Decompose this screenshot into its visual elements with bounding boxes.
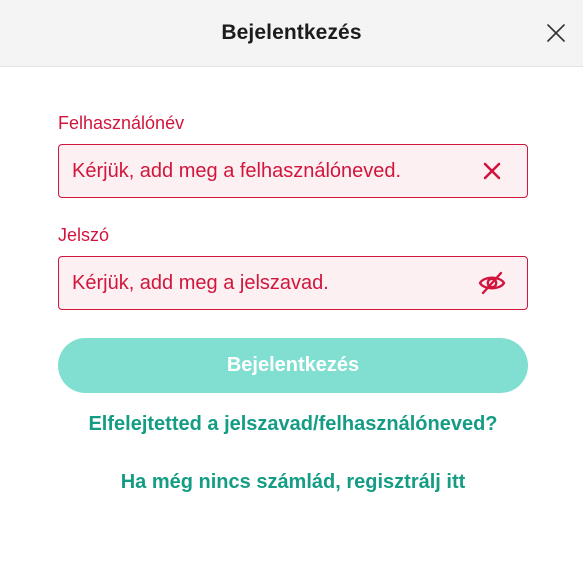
close-button[interactable] xyxy=(545,22,567,44)
username-label: Felhasználónév xyxy=(58,113,185,133)
password-visibility-toggle[interactable] xyxy=(477,268,507,298)
password-label: Jelszó xyxy=(58,225,110,245)
dialog-header: Bejelentkezés xyxy=(0,0,583,67)
eye-slash-icon xyxy=(478,271,506,295)
username-input[interactable] xyxy=(59,145,477,197)
password-field xyxy=(58,256,528,310)
forgot-credentials-link[interactable]: Elfelejtetted a jelszavad/felhasználónev… xyxy=(58,413,528,436)
close-icon xyxy=(547,24,565,42)
clear-x-icon xyxy=(483,162,501,180)
username-field xyxy=(58,144,528,198)
login-submit-button[interactable]: Bejelentkezés xyxy=(58,338,528,393)
dialog-title: Bejelentkezés xyxy=(221,21,362,44)
username-clear-button[interactable] xyxy=(477,156,507,186)
password-input[interactable] xyxy=(59,257,477,309)
register-link[interactable]: Ha még nincs számlád, regisztrálj itt xyxy=(58,471,528,494)
login-dialog: Bejelentkezés Felhasználónév Jelszó xyxy=(0,0,583,570)
